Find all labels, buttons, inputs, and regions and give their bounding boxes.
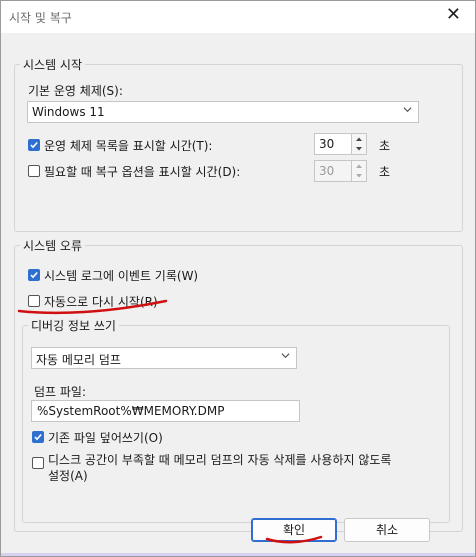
default-os-value: Windows 11 bbox=[32, 105, 105, 119]
checkmark-icon bbox=[30, 141, 38, 149]
checkmark-icon bbox=[34, 433, 42, 441]
overwrite-label: 기존 파일 덮어쓰기(O) bbox=[48, 431, 163, 445]
disable-auto-delete-label-line2: 설정(A) bbox=[48, 469, 88, 483]
window-bottom-edge bbox=[1, 553, 475, 556]
spin-up-icon[interactable] bbox=[352, 161, 366, 171]
write-event-label: 시스템 로그에 이벤트 기록(W) bbox=[44, 269, 199, 283]
dump-file-input[interactable] bbox=[35, 403, 294, 419]
disable-auto-delete-label-line1: 디스크 공간이 부족할 때 메모리 덤프의 자동 삭제를 사용하지 않도록 bbox=[48, 453, 392, 467]
show-recovery-checkbox[interactable] bbox=[28, 165, 40, 177]
show-os-list-value: 30 bbox=[319, 137, 335, 151]
show-os-list-spinner[interactable]: 30 bbox=[314, 133, 367, 155]
system-startup-legend: 시스템 시작 bbox=[23, 58, 83, 72]
chevron-down-icon bbox=[281, 353, 290, 359]
annotation-underline bbox=[265, 535, 323, 544]
default-os-label: 기본 운영 체제(S): bbox=[28, 84, 123, 98]
dump-type-value: 자동 메모리 덤프 bbox=[36, 353, 121, 367]
spinner-buttons bbox=[351, 161, 366, 181]
title-bar: 시작 및 복구 ✕ bbox=[1, 1, 475, 33]
dump-type-dropdown[interactable]: 자동 메모리 덤프 bbox=[31, 347, 297, 369]
overwrite-checkbox[interactable] bbox=[32, 431, 44, 443]
window-title: 시작 및 복구 bbox=[9, 11, 72, 25]
debug-info-legend: 디버깅 정보 쓰기 bbox=[31, 319, 116, 333]
show-os-list-checkbox[interactable] bbox=[28, 139, 40, 151]
default-os-dropdown[interactable]: Windows 11 bbox=[27, 101, 419, 123]
spin-down-icon[interactable] bbox=[352, 144, 366, 154]
show-recovery-label: 필요할 때 복구 옵션을 표시할 시간(D): bbox=[44, 165, 241, 179]
spin-down-icon[interactable] bbox=[352, 171, 366, 181]
show-os-list-unit: 초 bbox=[379, 139, 391, 153]
spin-up-icon[interactable] bbox=[352, 134, 366, 144]
disable-auto-delete-label: 디스크 공간이 부족할 때 메모리 덤프의 자동 삭제를 사용하지 않도록설정(… bbox=[48, 452, 391, 484]
cancel-button[interactable]: 취소 bbox=[344, 518, 430, 542]
startup-recovery-dialog: 시작 및 복구 ✕ 시스템 시작 기본 운영 체제(S): Windows 11… bbox=[0, 0, 476, 557]
checkmark-icon bbox=[30, 271, 38, 279]
show-recovery-spinner[interactable]: 30 bbox=[314, 160, 367, 182]
write-event-checkbox[interactable] bbox=[28, 269, 40, 281]
disable-auto-delete-checkbox[interactable] bbox=[32, 457, 44, 469]
close-icon[interactable]: ✕ bbox=[446, 6, 461, 24]
show-os-list-label: 운영 체제 목록을 표시할 시간(T): bbox=[44, 139, 213, 153]
show-recovery-unit: 초 bbox=[379, 165, 391, 179]
show-recovery-value: 30 bbox=[319, 164, 335, 178]
spinner-buttons bbox=[351, 134, 366, 154]
chevron-down-icon bbox=[403, 107, 412, 113]
dialog-body: 시스템 시작 기본 운영 체제(S): Windows 11 운영 체제 목록을… bbox=[1, 33, 475, 556]
annotation-underline bbox=[17, 299, 168, 315]
dump-file-field[interactable] bbox=[31, 400, 300, 422]
dump-file-label: 덤프 파일: bbox=[34, 385, 87, 399]
system-failure-legend: 시스템 오류 bbox=[23, 239, 83, 253]
